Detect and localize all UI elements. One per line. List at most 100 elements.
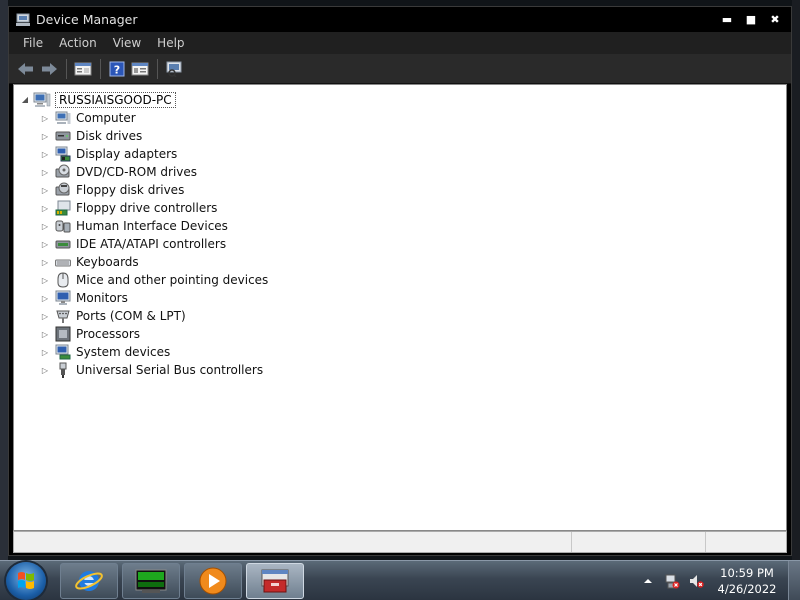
tree-item-system-devices[interactable]: ▷ System devices [40,343,268,361]
collapse-arrow-icon[interactable]: ◢ [20,95,30,105]
clock-date: 4/26/2022 [717,582,777,596]
tree-item-display-adapters[interactable]: ▷ Display adapters [40,145,268,163]
tree-item-label: Floppy disk drives [76,183,185,197]
menu-help[interactable]: Help [149,34,192,52]
tree-item-keyboards[interactable]: ▷ Keyboards [40,253,268,271]
clock-time: 10:59 PM [720,566,774,580]
tree-item-disk-drives[interactable]: ▷ Disk drives [40,127,268,145]
expand-arrow-icon[interactable]: ▷ [40,365,50,375]
disk-drive-icon [55,128,71,144]
menu-bar: File Action View Help [9,32,791,54]
expand-arrow-icon[interactable]: ▷ [40,149,50,159]
tree-item-label: System devices [76,345,171,359]
show-desktop-button[interactable] [788,561,800,600]
expand-arrow-icon[interactable]: ▷ [40,185,50,195]
tree-item-mice[interactable]: ▷ Mice and other pointing devices [40,271,268,289]
expand-arrow-icon[interactable]: ▷ [40,347,50,357]
expand-arrow-icon[interactable]: ▷ [40,239,50,249]
status-pane-secondary [572,532,706,552]
computer-name-label: RUSSIAISGOOD-PC [55,91,176,108]
back-button[interactable] [15,58,37,80]
toolbar-separator [100,58,101,79]
system-tray: 10:59 PM 4/26/2022 [640,561,800,600]
device-manager-window: Device Manager ▬ ■ ✖ File Action View He… [8,6,792,556]
volume-muted-icon[interactable] [688,573,704,589]
terminal-icon [135,569,167,593]
device-manager-taskbar-button[interactable] [246,563,304,599]
internet-explorer-taskbar-button[interactable] [60,563,118,599]
ide-controller-icon [55,236,71,252]
display-adapter-icon [55,146,71,162]
help-icon: ? [109,61,125,76]
start-button[interactable] [6,562,46,600]
forward-arrow-icon [42,62,57,75]
expand-arrow-icon[interactable]: ▷ [40,221,50,231]
close-button[interactable]: ✖ [763,11,787,28]
mouse-icon [55,272,71,288]
forward-button[interactable] [38,58,60,80]
media-player-icon [199,567,227,595]
menu-view[interactable]: View [105,34,149,52]
minimize-button[interactable]: ▬ [715,11,739,28]
show-hidden-icons-arrow-icon[interactable] [640,573,656,589]
expand-arrow-icon[interactable]: ▷ [40,329,50,339]
device-tree-pane[interactable]: ◢ RUSSIAISGOOD-PC ▷ Computer ▷ Disk driv… [13,84,787,531]
expand-arrow-icon[interactable]: ▷ [40,293,50,303]
tree-item-ports[interactable]: ▷ Ports (COM & LPT) [40,307,268,325]
computer-icon [55,110,71,126]
usb-icon [55,362,71,378]
windows-logo-icon [18,572,34,589]
tree-item-human-interface-devices[interactable]: ▷ Human Interface Devices [40,217,268,235]
tree-item-floppy-drive-controllers[interactable]: ▷ Floppy drive controllers [40,199,268,217]
expand-arrow-icon[interactable]: ▷ [40,167,50,177]
status-pane-tertiary [706,532,786,552]
tree-item-computer[interactable]: ▷ Computer [40,109,268,127]
expand-arrow-icon[interactable]: ▷ [40,113,50,123]
desktop-background-left [0,0,8,560]
device-manager-task-icon [261,569,289,593]
tree-item-floppy-disk-drives[interactable]: ▷ Floppy disk drives [40,181,268,199]
device-category-list: ▷ Computer ▷ Disk drives ▷ Display adapt… [40,109,268,379]
expand-arrow-icon[interactable]: ▷ [40,275,50,285]
network-disconnected-icon[interactable] [664,573,680,589]
window-title: Device Manager [36,12,138,27]
tree-item-label: Disk drives [76,129,143,143]
maximize-button[interactable]: ■ [739,11,763,28]
taskbar-clock[interactable]: 10:59 PM 4/26/2022 [712,565,782,597]
tree-item-label: IDE ATA/ATAPI controllers [76,237,227,251]
menu-action[interactable]: Action [51,34,105,52]
properties-icon [74,62,92,75]
tree-item-label: Display adapters [76,147,178,161]
floppy-disk-icon [55,182,71,198]
tree-item-processors[interactable]: ▷ Processors [40,325,268,343]
tree-item-usb-controllers[interactable]: ▷ Universal Serial Bus controllers [40,361,268,379]
terminal-taskbar-button[interactable] [122,563,180,599]
tree-item-label: Processors [76,327,141,341]
desktop-background-right [792,0,800,560]
scan-hardware-button[interactable] [163,58,185,80]
title-bar[interactable]: Device Manager ▬ ■ ✖ [9,7,791,32]
tree-item-dvd-drives[interactable]: ▷ DVD/CD-ROM drives [40,163,268,181]
device-manager-app-icon[interactable] [15,12,31,28]
console-tree-button[interactable] [129,58,151,80]
computer-root-icon [33,92,51,108]
expand-arrow-icon[interactable]: ▷ [40,311,50,321]
expand-arrow-icon[interactable]: ▷ [40,203,50,213]
tree-root[interactable]: ◢ RUSSIAISGOOD-PC [20,91,176,108]
tree-item-ide-controllers[interactable]: ▷ IDE ATA/ATAPI controllers [40,235,268,253]
menu-file[interactable]: File [15,34,51,52]
tree-item-label: Keyboards [76,255,139,269]
tree-item-label: Human Interface Devices [76,219,228,233]
expand-arrow-icon[interactable]: ▷ [40,257,50,267]
properties-button[interactable] [72,58,94,80]
back-arrow-icon [18,62,33,75]
processor-icon [55,326,71,342]
expand-arrow-icon[interactable]: ▷ [40,131,50,141]
toolbar-separator [157,58,158,79]
help-button[interactable]: ? [106,58,128,80]
tree-item-label: DVD/CD-ROM drives [76,165,198,179]
media-player-taskbar-button[interactable] [184,563,242,599]
hid-icon [55,218,71,234]
tree-item-monitors[interactable]: ▷ Monitors [40,289,268,307]
system-devices-icon [55,344,71,360]
